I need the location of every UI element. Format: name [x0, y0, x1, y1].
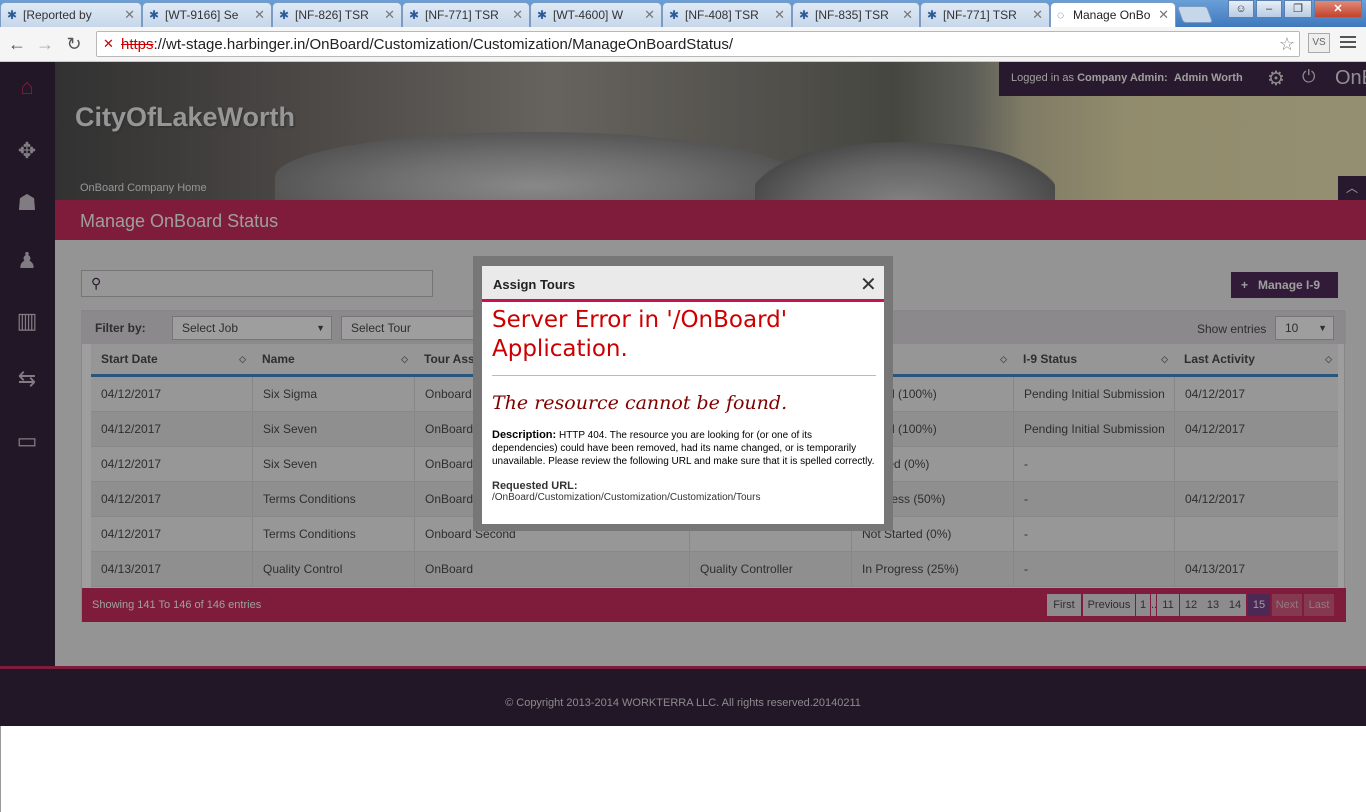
modal-header: Assign Tours ✕ [482, 266, 884, 302]
browser-tab[interactable]: ✱ [WT-4600] W ✕ [530, 2, 662, 27]
minimize-button[interactable]: – [1256, 0, 1282, 18]
blank-area [0, 726, 1366, 812]
close-icon[interactable]: ✕ [644, 3, 655, 27]
close-icon[interactable]: ✕ [512, 3, 523, 27]
jira-icon: ✱ [799, 8, 810, 22]
forward-icon[interactable]: → [34, 33, 56, 55]
close-icon[interactable]: ✕ [1032, 3, 1043, 27]
bookmark-star-icon[interactable]: ☆ [1279, 34, 1295, 55]
new-tab-button[interactable] [1176, 6, 1214, 23]
error-description: Description: HTTP 404. The resource you … [492, 429, 875, 467]
close-icon[interactable]: ✕ [254, 3, 265, 27]
browser-tab[interactable]: ✱ [WT-9166] Se ✕ [142, 2, 272, 27]
insecure-lock-icon: ✕ [103, 36, 114, 51]
jira-icon: ✱ [149, 8, 160, 22]
close-icon[interactable]: ✕ [774, 3, 785, 27]
address-bar[interactable]: ✕ https://wt-stage.harbinger.in/OnBoard/… [96, 31, 1300, 57]
close-icon[interactable]: ✕ [384, 3, 395, 27]
divider [492, 375, 876, 376]
url-text: https://wt-stage.harbinger.in/OnBoard/Cu… [121, 36, 734, 53]
jira-icon: ✱ [927, 8, 938, 22]
window-close-button[interactable]: ✕ [1314, 0, 1362, 18]
browser-tab[interactable]: ✱ [Reported by ✕ [0, 2, 142, 27]
browser-tab[interactable]: ✱ [NF-408] TSR ✕ [662, 2, 792, 27]
assign-tours-modal: Assign Tours ✕ Server Error in '/OnBoard… [482, 266, 884, 524]
jira-icon: ✱ [537, 8, 548, 22]
back-icon[interactable]: ← [6, 33, 28, 55]
browser-tab[interactable]: ✱ [NF-835] TSR ✕ [792, 2, 920, 27]
error-subtitle: The resource cannot be found. [492, 392, 788, 414]
server-error-title: Server Error in '/OnBoard' Application. [492, 307, 788, 362]
browser-tab-strip: ✱ [Reported by ✕ ✱ [WT-9166] Se ✕ ✱ [NF-826] … [0, 0, 1366, 27]
browser-tab[interactable]: ✱ [NF-771] TSR ✕ [920, 2, 1050, 27]
requested-url-label: Requested URL: [492, 480, 578, 492]
modal-body: Server Error in '/OnBoard' Application. … [492, 306, 876, 522]
browser-toolbar: ← → ↻ ✕ https://wt-stage.harbinger.in/On… [0, 27, 1366, 62]
browser-tab[interactable]: ✱ [NF-826] TSR ✕ [272, 2, 402, 27]
browser-menu-icon[interactable] [1340, 36, 1356, 50]
close-icon[interactable]: ✕ [1158, 3, 1169, 27]
browser-tab-active[interactable]: ◌ Manage OnBo ✕ [1050, 2, 1176, 27]
requested-url: /OnBoard/Customization/Customization/Cus… [492, 492, 761, 503]
close-icon[interactable]: ✕ [860, 272, 877, 297]
jira-icon: ✱ [7, 8, 18, 22]
close-icon[interactable]: ✕ [902, 3, 913, 27]
reload-icon[interactable]: ↻ [63, 33, 85, 55]
modal-title: Assign Tours [493, 277, 576, 292]
extension-button[interactable]: VS [1308, 33, 1330, 53]
loading-icon: ◌ [1057, 8, 1065, 22]
user-icon[interactable]: ☺ [1228, 0, 1254, 18]
jira-icon: ✱ [669, 8, 680, 22]
close-icon[interactable]: ✕ [124, 3, 135, 27]
maximize-button[interactable]: ❐ [1284, 0, 1312, 18]
jira-icon: ✱ [409, 8, 420, 22]
browser-tab[interactable]: ✱ [NF-771] TSR ✕ [402, 2, 530, 27]
jira-icon: ✱ [279, 8, 290, 22]
